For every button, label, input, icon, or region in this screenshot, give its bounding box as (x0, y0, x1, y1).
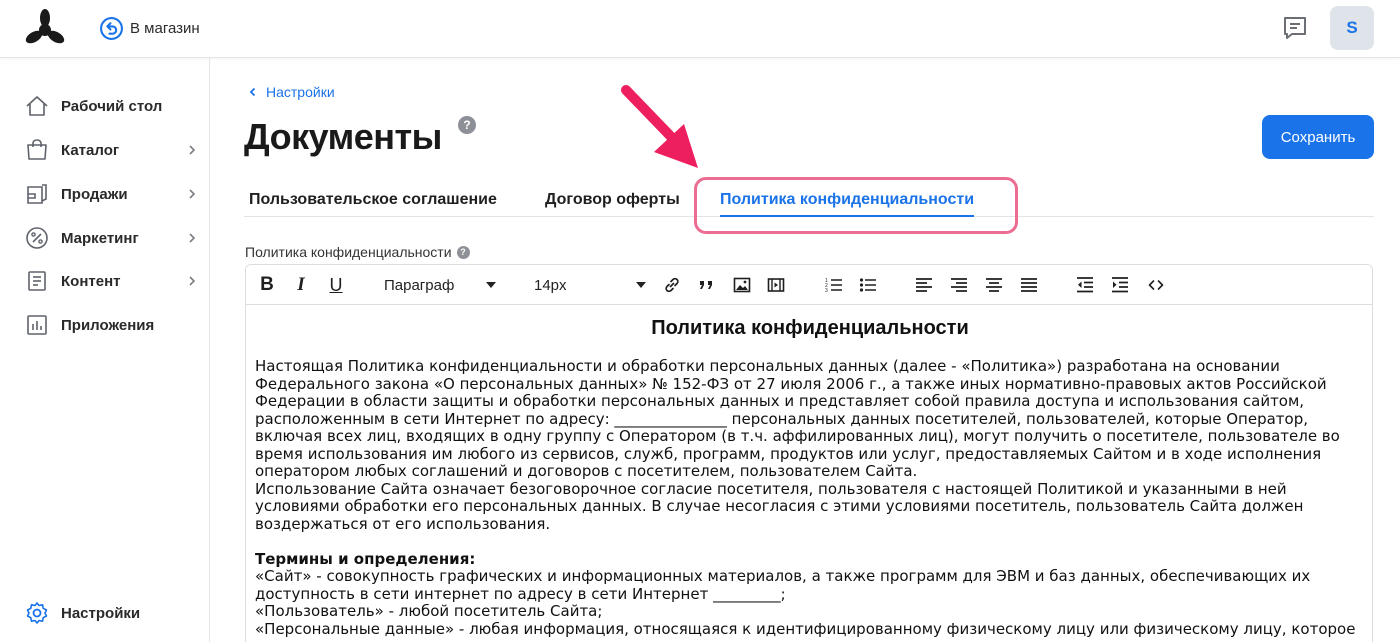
sidebar-item-label: Маркетинг (61, 229, 139, 247)
terms-paragraph: «Сайт» - совокупность графических и инфо… (255, 567, 1365, 638)
align-left-icon[interactable] (914, 275, 934, 295)
arrow-annotation-icon (621, 85, 698, 168)
sidebar-item-apps[interactable]: Приложения (0, 305, 209, 345)
image-icon[interactable] (732, 275, 752, 295)
paragraph-select[interactable]: Параграф (384, 275, 499, 295)
sidebar-item-label: Контент (61, 272, 121, 290)
intro-paragraph: Настоящая Политика конфиденциальности и … (255, 357, 1365, 533)
chevron-left-icon (249, 87, 256, 97)
main-content: Настройки Документы ? Сохранить Пользова… (210, 58, 1400, 642)
logo-icon[interactable] (24, 8, 66, 48)
tab-offer-contract[interactable]: Договор оферты (545, 191, 680, 209)
text-line: время использования им любого из сервисо… (255, 444, 1322, 463)
text-line: «Сайт» - совокупность графических и инфо… (255, 567, 1311, 585)
sidebar-item-label: Продажи (61, 185, 128, 203)
text-line: воздержаться от его использования. (255, 514, 551, 533)
sidebar-item-dashboard[interactable]: Рабочий стол (0, 86, 209, 126)
sidebar-item-catalog[interactable]: Каталог (0, 130, 209, 170)
chevron-right-icon (189, 233, 196, 243)
avatar[interactable]: S (1330, 6, 1374, 50)
rich-text-editor: B I U Параграф 14px 1 2 3 Политика конфи… (245, 264, 1373, 642)
store-link-label: В магазин (130, 19, 200, 37)
paragraph-select-value: Параграф (384, 276, 455, 294)
text-line: оператором любых соглашений и договоров … (255, 462, 918, 480)
align-center-icon[interactable] (984, 275, 1004, 295)
document-tabs: Пользовательское соглашение Договор офер… (244, 182, 1374, 217)
editor-toolbar: B I U Параграф 14px 1 2 3 (246, 265, 1372, 305)
link-icon[interactable] (662, 275, 682, 295)
italic-icon[interactable]: I (292, 274, 310, 295)
home-icon (26, 96, 48, 116)
font-size-select[interactable]: 14px (534, 275, 649, 295)
text-line: Использование Сайта означает безоговороч… (255, 479, 1287, 498)
quote-icon[interactable] (697, 275, 717, 295)
text-line: доступность в сети интернет по адресу в … (255, 584, 786, 603)
gear-icon (26, 602, 48, 624)
ordered-list-icon[interactable]: 123 (824, 275, 844, 295)
sidebar-item-label: Рабочий стол (61, 97, 163, 115)
sidebar-item-label: Настройки (61, 604, 141, 622)
tab-user-agreement[interactable]: Пользовательское соглашение (249, 191, 497, 209)
text-line: Настоящая Политика конфиденциальности и … (255, 357, 1280, 375)
save-button[interactable]: Сохранить (1262, 115, 1374, 159)
sidebar-item-sales[interactable]: Продажи (0, 174, 209, 214)
sidebar-item-content[interactable]: Контент (0, 261, 209, 301)
bullet-list-icon[interactable] (858, 275, 878, 295)
sidebar-item-label: Каталог (61, 141, 120, 159)
breadcrumb[interactable]: Настройки (248, 84, 335, 100)
text-line: Федерации в области защиты и обработки п… (255, 392, 1305, 410)
bag-icon (27, 139, 47, 160)
sales-icon (27, 184, 47, 204)
text-line: включая всех лиц, входящих в одну группу… (255, 427, 1340, 445)
sidebar: Рабочий стол Каталог Продажи Маркетинг К… (0, 58, 210, 642)
breadcrumb-label: Настройки (266, 84, 335, 100)
chat-icon[interactable] (1280, 14, 1310, 42)
help-icon[interactable]: ? (458, 116, 476, 134)
align-justify-icon[interactable] (1019, 275, 1039, 295)
video-icon[interactable] (766, 275, 786, 295)
svg-text:3: 3 (825, 288, 828, 294)
indent-icon[interactable] (1110, 275, 1130, 295)
help-icon[interactable]: ? (456, 245, 470, 259)
chevron-right-icon (189, 189, 196, 199)
text-line: условиями обработки его персональных дан… (255, 497, 1304, 515)
outdent-icon[interactable] (1075, 275, 1095, 295)
content-icon (28, 271, 46, 291)
page-title: Документы (244, 116, 442, 157)
caret-down-icon (636, 282, 646, 288)
underline-icon[interactable]: U (327, 275, 345, 295)
chevron-right-icon (189, 276, 196, 286)
percent-icon (26, 227, 48, 249)
tab-privacy-policy[interactable]: Политика конфиденциальности (720, 191, 975, 217)
text-line: расположенным в сети Интернет по адресу:… (255, 409, 1308, 428)
text-line: Федерального закона «О персональных данн… (255, 374, 1327, 393)
top-bar: В магазин S (0, 0, 1400, 58)
sidebar-item-marketing[interactable]: Маркетинг (0, 218, 209, 258)
field-label-text: Политика конфиденциальности (245, 244, 452, 260)
back-circle-icon (100, 16, 123, 40)
bold-icon[interactable]: B (258, 274, 276, 295)
field-label: Политика конфиденциальности ? (245, 244, 470, 260)
sidebar-item-settings[interactable]: Настройки (0, 593, 209, 633)
caret-down-icon (486, 282, 496, 288)
editor-content[interactable]: Политика конфиденциальности Настоящая По… (246, 306, 1372, 642)
text-line: «Персональные данные» - любая информация… (255, 619, 1356, 638)
apps-icon (27, 315, 47, 335)
document-title: Политика конфиденциальности (651, 317, 969, 339)
back-to-store-link[interactable]: В магазин (99, 15, 200, 41)
source-code-icon[interactable] (1146, 275, 1166, 295)
chevron-right-icon (189, 145, 196, 155)
align-right-icon[interactable] (949, 275, 969, 295)
text-line: «Пользователь» - любой посетитель Сайта; (255, 602, 603, 620)
terms-heading: Термины и определения: (255, 549, 476, 568)
font-size-select-value: 14px (534, 276, 567, 294)
sidebar-item-label: Приложения (61, 316, 155, 334)
